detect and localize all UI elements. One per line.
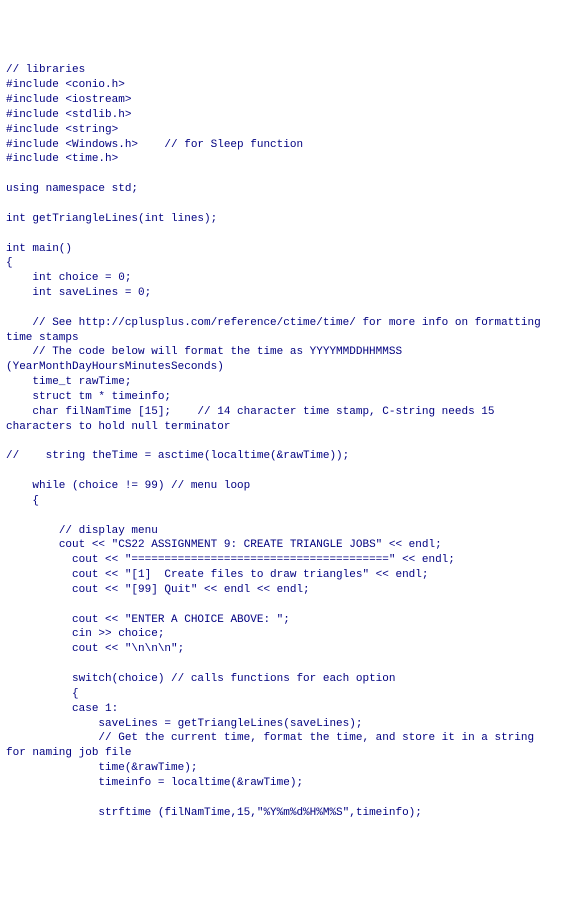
- code-line: [6, 227, 558, 242]
- code-line: int saveLines = 0;: [6, 286, 558, 301]
- code-line: [6, 509, 558, 524]
- code-line: {: [6, 687, 558, 702]
- code-line: {: [6, 494, 558, 509]
- code-line: while (choice != 99) // menu loop: [6, 479, 558, 494]
- code-line: time_t rawTime;: [6, 375, 558, 390]
- code-line: int choice = 0;: [6, 271, 558, 286]
- code-line: time(&rawTime);: [6, 761, 558, 776]
- code-line: {: [6, 256, 558, 271]
- code-line: cout << "[99] Quit" << endl << endl;: [6, 583, 558, 598]
- code-line: int main(): [6, 242, 558, 257]
- code-line: [6, 598, 558, 613]
- code-block: // libraries#include <conio.h>#include <…: [6, 63, 558, 820]
- code-line: cin >> choice;: [6, 627, 558, 642]
- code-line: #include <iostream>: [6, 93, 558, 108]
- code-line: #include <conio.h>: [6, 78, 558, 93]
- code-line: using namespace std;: [6, 182, 558, 197]
- code-line: [6, 301, 558, 316]
- code-line: // Get the current time, format the time…: [6, 731, 558, 761]
- code-line: #include <string>: [6, 123, 558, 138]
- code-line: cout << "===============================…: [6, 553, 558, 568]
- code-line: [6, 167, 558, 182]
- code-line: struct tm * timeinfo;: [6, 390, 558, 405]
- code-line: strftime (filNamTime,15,"%Y%m%d%H%M%S",t…: [6, 806, 558, 821]
- code-line: // display menu: [6, 524, 558, 539]
- code-line: #include <Windows.h> // for Sleep functi…: [6, 138, 558, 153]
- code-line: // The code below will format the time a…: [6, 345, 558, 375]
- code-line: case 1:: [6, 702, 558, 717]
- code-line: saveLines = getTriangleLines(saveLines);: [6, 717, 558, 732]
- code-line: // libraries: [6, 63, 558, 78]
- code-line: int getTriangleLines(int lines);: [6, 212, 558, 227]
- code-line: cout << "ENTER A CHOICE ABOVE: ";: [6, 613, 558, 628]
- code-line: timeinfo = localtime(&rawTime);: [6, 776, 558, 791]
- code-line: [6, 464, 558, 479]
- code-line: switch(choice) // calls functions for ea…: [6, 672, 558, 687]
- code-line: [6, 657, 558, 672]
- code-line: #include <time.h>: [6, 152, 558, 167]
- code-line: // string theTime = asctime(localtime(&r…: [6, 449, 558, 464]
- code-line: [6, 197, 558, 212]
- code-line: cout << "\n\n\n";: [6, 642, 558, 657]
- code-line: #include <stdlib.h>: [6, 108, 558, 123]
- code-line: // See http://cplusplus.com/reference/ct…: [6, 316, 558, 346]
- code-line: cout << "CS22 ASSIGNMENT 9: CREATE TRIAN…: [6, 538, 558, 553]
- code-line: [6, 434, 558, 449]
- code-line: char filNamTime [15]; // 14 character ti…: [6, 405, 558, 435]
- code-line: cout << "[1] Create files to draw triang…: [6, 568, 558, 583]
- code-line: [6, 791, 558, 806]
